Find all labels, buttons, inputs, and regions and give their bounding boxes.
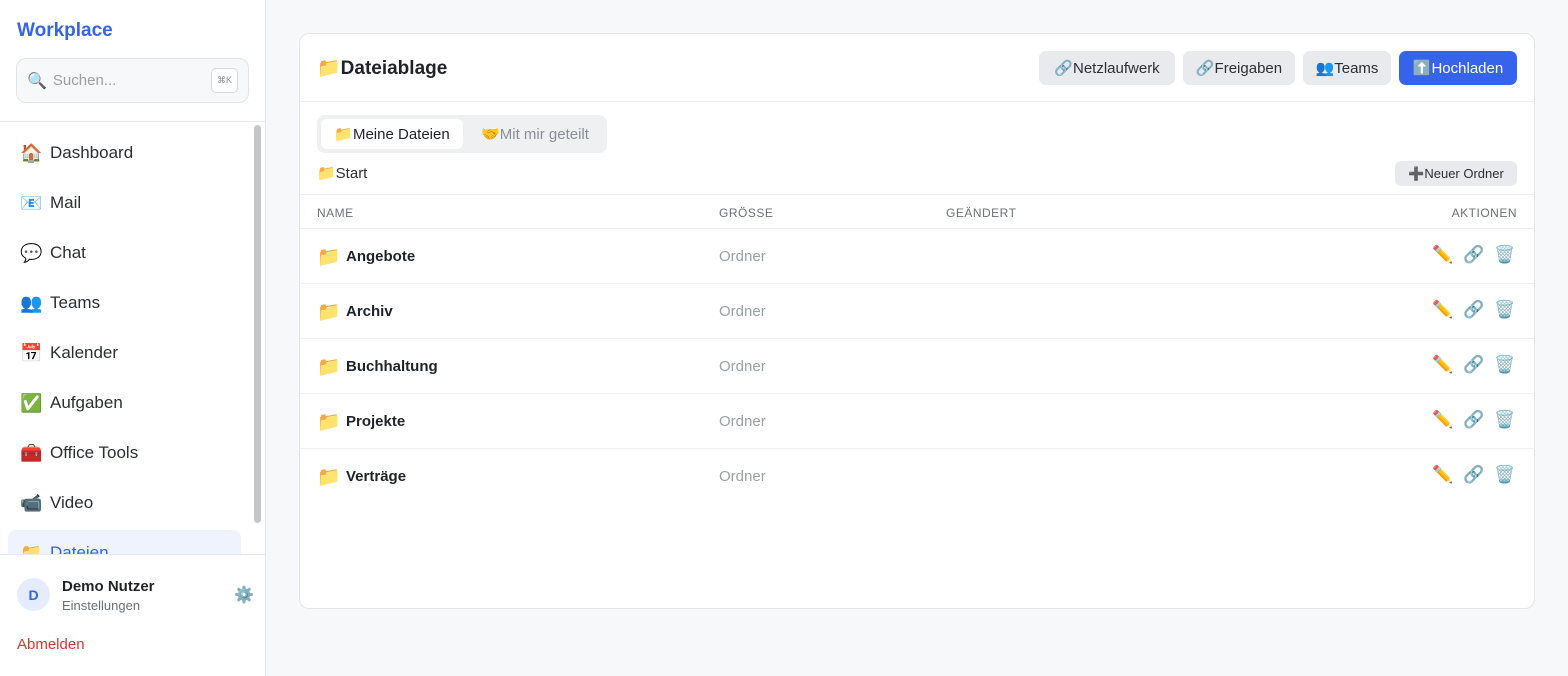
column-header-size[interactable]: GRÖSSE [719,206,773,220]
mail-icon: 📧 [20,192,43,213]
search-input[interactable]: 🔍 Suchen... ⌘K [16,58,249,103]
sidebar-item-label: Office Tools [50,443,139,462]
trash-icon[interactable]: 🗑️ [1494,410,1515,430]
chat-icon: 💬 [20,242,43,263]
file-name[interactable]: Projekte [346,413,405,430]
breadcrumb[interactable]: 📁Start [317,164,367,182]
logout-link[interactable]: Abmelden [17,636,85,653]
file-storage-panel: 📁Dateiablage 🔗Netzlaufwerk 🔗Freigaben 👥T… [299,33,1535,609]
edit-icon[interactable]: ✏️ [1432,465,1453,485]
calendar-icon: 📅 [20,342,43,363]
home-icon: 🏠 [20,142,43,163]
tab-my-files[interactable]: 📁Meine Dateien [321,119,463,149]
sidebar: Workplace 🔍 Suchen... ⌘K 🏠 Dashboard 📧 M… [0,0,266,676]
shares-button[interactable]: 🔗Freigaben [1183,51,1295,85]
sidebar-item-label: Kalender [50,343,119,362]
sidebar-item-office-tools[interactable]: 🧰 Office Tools [8,430,241,476]
file-size: Ordner [719,413,766,430]
sidebar-item-dashboard[interactable]: 🏠 Dashboard [8,130,241,176]
file-size: Ordner [719,358,766,375]
folder-icon: 📁 [317,357,341,378]
sidebar-item-teams[interactable]: 👥 Teams [8,280,241,326]
sidebar-item-files[interactable]: 📁 Dateien [8,530,241,554]
divider [300,101,1534,102]
column-header-name[interactable]: NAME [317,206,354,220]
trash-icon[interactable]: 🗑️ [1494,300,1515,320]
sidebar-item-calendar[interactable]: 📅 Kalender [8,330,241,376]
file-size: Ordner [719,248,766,265]
gear-icon[interactable]: ⚙️ [234,585,254,605]
column-header-modified[interactable]: GEÄNDERT [946,206,1016,220]
network-drive-button[interactable]: 🔗Netzlaufwerk [1039,51,1175,85]
user-name: Demo Nutzer [62,578,155,595]
table-row[interactable]: 📁 Archiv Ordner ✏️ 🔗 🗑️ [300,284,1534,339]
sidebar-item-chat[interactable]: 💬 Chat [8,230,241,276]
sidebar-item-label: Chat [50,243,86,262]
table-row[interactable]: 📁 Projekte Ordner ✏️ 🔗 🗑️ [300,394,1534,449]
folder-icon: 📁 [317,412,341,433]
teams-button[interactable]: 👥Teams [1303,51,1391,85]
page-title: 📁Dateiablage [317,58,448,79]
user-settings-link[interactable]: Einstellungen [62,598,140,613]
file-tabs: 📁Meine Dateien 🤝Mit mir geteilt [317,115,607,153]
folder-icon: 📁 [317,467,341,488]
file-name[interactable]: Buchhaltung [346,358,438,375]
edit-icon[interactable]: ✏️ [1432,410,1453,430]
folder-icon: 📁 [317,302,341,323]
file-name[interactable]: Angebote [346,248,415,265]
folder-icon: 📁 [20,542,43,555]
trash-icon[interactable]: 🗑️ [1494,465,1515,485]
sidebar-item-label: Dateien [50,543,109,554]
file-size: Ordner [719,468,766,485]
edit-icon[interactable]: ✏️ [1432,300,1453,320]
new-folder-button[interactable]: ➕Neuer Ordner [1395,161,1517,186]
sidebar-scrollbar[interactable] [254,125,261,523]
link-icon[interactable]: 🔗 [1463,245,1484,265]
table-row[interactable]: 📁 Verträge Ordner ✏️ 🔗 🗑️ [300,449,1534,504]
file-name[interactable]: Verträge [346,468,406,485]
upload-button[interactable]: ⬆️Hochladen [1399,51,1517,85]
brand-logo[interactable]: Workplace [17,20,113,42]
search-icon: 🔍 [27,72,47,90]
search-placeholder: Suchen... [52,72,117,89]
file-name[interactable]: Archiv [346,303,393,320]
link-icon[interactable]: 🔗 [1463,465,1484,485]
tab-shared-with-me[interactable]: 🤝Mit mir geteilt [467,119,603,149]
table-header: NAME GRÖSSE GEÄNDERT AKTIONEN [300,194,1534,229]
sidebar-item-label: Aufgaben [50,393,123,412]
shortcut-badge: ⌘K [211,68,238,93]
divider [0,554,265,555]
link-icon[interactable]: 🔗 [1463,410,1484,430]
folder-icon: 📁 [317,247,341,268]
trash-icon[interactable]: 🗑️ [1494,355,1515,375]
sidebar-item-tasks[interactable]: ✅ Aufgaben [8,380,241,426]
column-header-actions: AKTIONEN [1451,206,1517,220]
people-icon: 👥 [20,292,43,313]
video-camera-icon: 📹 [20,492,43,513]
sidebar-item-mail[interactable]: 📧 Mail [8,180,241,226]
sidebar-item-label: Video [50,493,94,512]
sidebar-item-video[interactable]: 📹 Video [8,480,241,526]
avatar[interactable]: D [17,578,50,611]
edit-icon[interactable]: ✏️ [1432,245,1453,265]
table-row[interactable]: 📁 Angebote Ordner ✏️ 🔗 🗑️ [300,229,1534,284]
sidebar-nav: 🏠 Dashboard 📧 Mail 💬 Chat 👥 Teams 📅 Kale… [0,122,250,554]
checkmark-icon: ✅ [20,392,43,413]
table-row[interactable]: 📁 Buchhaltung Ordner ✏️ 🔗 🗑️ [300,339,1534,394]
link-icon[interactable]: 🔗 [1463,355,1484,375]
file-size: Ordner [719,303,766,320]
sidebar-item-label: Teams [50,293,101,312]
edit-icon[interactable]: ✏️ [1432,355,1453,375]
trash-icon[interactable]: 🗑️ [1494,245,1515,265]
sidebar-item-label: Dashboard [50,143,134,162]
sidebar-item-label: Mail [50,193,82,212]
toolbox-icon: 🧰 [20,442,43,463]
link-icon[interactable]: 🔗 [1463,300,1484,320]
